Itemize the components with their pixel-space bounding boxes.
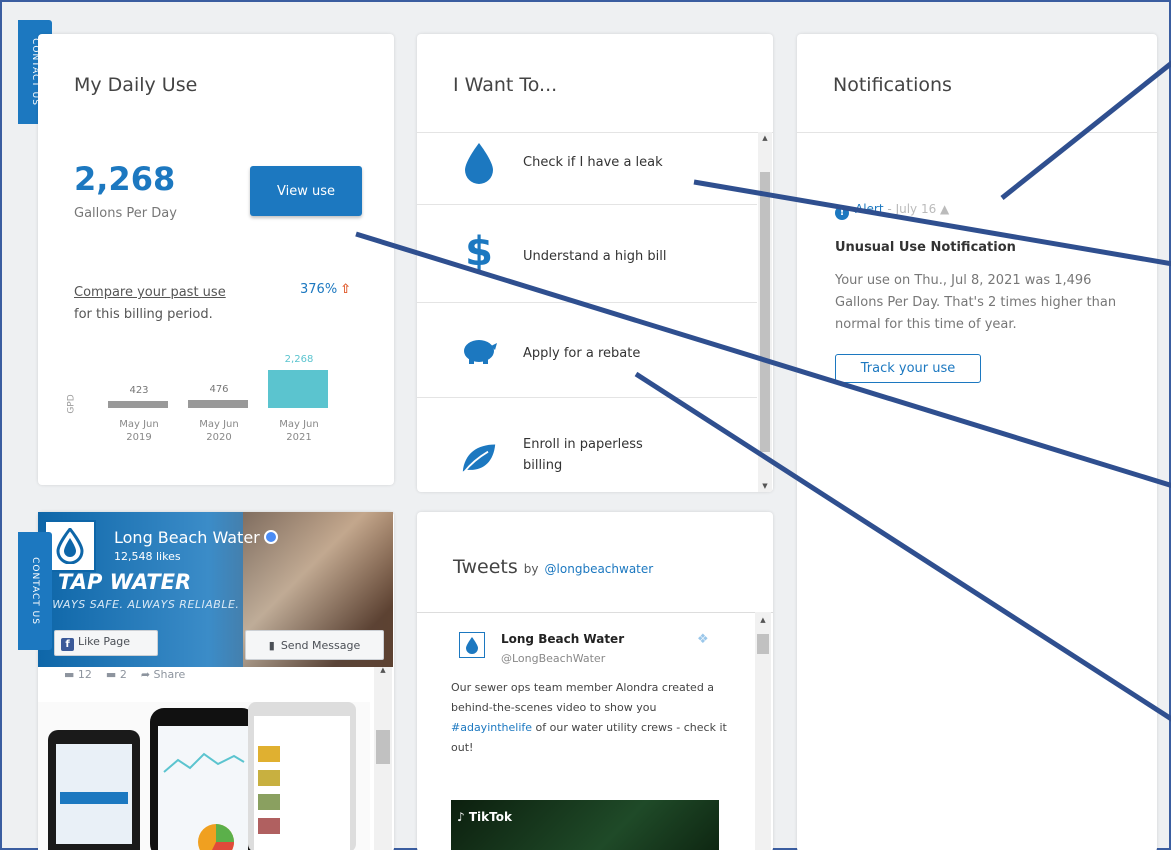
chart-value-label: 2,268 xyxy=(284,354,314,365)
daily-use-card: My Daily Use 2,268 Gallons Per Day View … xyxy=(38,34,394,485)
scroll-up-arrow[interactable]: ▲ xyxy=(376,666,390,674)
tiktok-label: ♪ TikTok xyxy=(457,810,512,824)
chart-bar xyxy=(108,400,168,408)
chart-bar xyxy=(268,370,328,408)
contact-us-label: CONTACT US xyxy=(30,557,40,625)
scroll-thumb[interactable] xyxy=(757,634,769,654)
facebook-icon: f xyxy=(61,638,74,651)
want-item-label: Understand a high bill xyxy=(523,249,667,264)
daily-use-title: My Daily Use xyxy=(74,74,198,96)
daily-use-value: 2,268 xyxy=(74,160,176,198)
mobile-app-promo-image xyxy=(38,702,370,850)
like-page-button[interactable]: f Like Page xyxy=(54,630,158,656)
facebook-scrollbar[interactable]: ▲ xyxy=(374,662,392,850)
like-icon: ▬ xyxy=(64,668,75,681)
send-message-button[interactable]: ▮ Send Message xyxy=(245,630,384,660)
facebook-likes: 12,548 likes xyxy=(114,550,181,563)
compare-suffix: for this billing period. xyxy=(74,307,213,322)
tweets-scrollbar[interactable]: ▲ xyxy=(755,612,771,850)
alert-icon: ! xyxy=(835,206,849,220)
percent-change: 376% ⇧ xyxy=(300,282,351,297)
notification-heading: Unusual Use Notification xyxy=(835,240,1016,255)
scroll-thumb[interactable] xyxy=(376,730,390,764)
scroll-up-arrow[interactable]: ▲ xyxy=(758,134,772,142)
alert-date: July 16 xyxy=(895,202,937,216)
chart-category-label: May Jun 2019 xyxy=(119,419,159,443)
chart-category-label: May Jun 2020 xyxy=(199,419,239,443)
compare-link[interactable]: Compare your past use xyxy=(74,285,226,300)
facebook-stats: ▬ 12 ▬ 2 ➦ Share xyxy=(64,668,186,681)
dollar-icon: $ xyxy=(465,229,493,275)
tweets-card: Tweets by @longbeachwater Long Beach Wat… xyxy=(417,512,773,850)
want-item-label: Apply for a rebate xyxy=(523,346,641,361)
notifications-title: Notifications xyxy=(833,74,952,96)
verified-badge-icon xyxy=(263,530,278,544)
chart-value-label: 476 xyxy=(209,384,229,396)
leaf-icon xyxy=(461,438,497,478)
track-use-button[interactable]: Track your use xyxy=(835,354,981,383)
contact-us-tab-2[interactable]: CONTACT US xyxy=(18,532,52,650)
want-item-label: Enroll in paperless billing xyxy=(523,437,643,473)
want-item-leak[interactable]: Check if I have a leak xyxy=(417,110,757,205)
want-item-label: Check if I have a leak xyxy=(523,155,663,170)
alert-line[interactable]: ! Alert - July 16 ▲ xyxy=(835,202,949,220)
share-icon: ➦ xyxy=(140,668,151,681)
notifications-card: Notifications ! Alert - July 16 ▲ Unusual… xyxy=(797,34,1157,850)
chart-bar xyxy=(188,400,248,408)
want-item-bill[interactable]: $ Understand a high bill xyxy=(417,208,757,303)
messenger-icon: ▮ xyxy=(268,638,275,652)
percent-value: 376% xyxy=(300,282,338,297)
want-item-rebate[interactable]: Apply for a rebate xyxy=(417,303,757,398)
facebook-page-name: Long Beach Water xyxy=(114,528,278,547)
tweets-by: by xyxy=(523,562,539,576)
comment-icon: ▬ xyxy=(105,668,117,681)
twitter-bird-icon: ❖ xyxy=(697,632,709,647)
alert-type: Alert xyxy=(855,202,884,216)
tweet-body: Our sewer ops team member Alondra create… xyxy=(451,681,727,754)
daily-use-unit: Gallons Per Day xyxy=(74,206,177,221)
tweet-video-thumbnail[interactable]: ♪ TikTok xyxy=(451,800,719,850)
tweet-author-name[interactable]: Long Beach Water xyxy=(501,632,624,646)
scroll-down-arrow[interactable]: ▼ xyxy=(758,482,772,490)
compare-text: Compare your past use for this billing p… xyxy=(74,282,226,326)
want-item-paperless[interactable]: Enroll in paperless billing xyxy=(417,398,757,492)
scroll-up-arrow[interactable]: ▲ xyxy=(756,616,770,624)
notification-body: Your use on Thu., Jul 8, 2021 was 1,496 … xyxy=(835,273,1117,332)
tweet-hashtag[interactable]: #adayinthelife xyxy=(451,721,532,734)
want-to-card: I Want To... Check if I have a leak $ Un… xyxy=(417,34,773,492)
banner-tagline: ALWAYS SAFE. ALWAYS RELIABLE. xyxy=(38,598,240,611)
banner-slogan: TAP WATER xyxy=(58,570,192,594)
view-use-button[interactable]: View use xyxy=(250,166,362,216)
want-to-scrollbar[interactable]: ▲ ▼ xyxy=(758,132,772,492)
arrow-up-icon: ⇧ xyxy=(340,282,352,297)
tweets-handle-link[interactable]: @longbeachwater xyxy=(545,562,654,576)
tweet-avatar[interactable] xyxy=(459,632,485,658)
scroll-thumb[interactable] xyxy=(760,172,770,452)
tweets-title: Tweets by @longbeachwater xyxy=(453,556,654,578)
chart-category-label: May Jun 2021 xyxy=(279,419,319,443)
chart-value-label: 423 xyxy=(129,384,149,396)
water-drop-icon xyxy=(461,143,497,184)
piggy-bank-icon xyxy=(461,331,497,371)
tweet-author-handle[interactable]: @LongBeachWater xyxy=(501,652,605,665)
gpd-axis-label: GPD xyxy=(66,394,77,414)
want-to-title: I Want To... xyxy=(453,74,558,96)
